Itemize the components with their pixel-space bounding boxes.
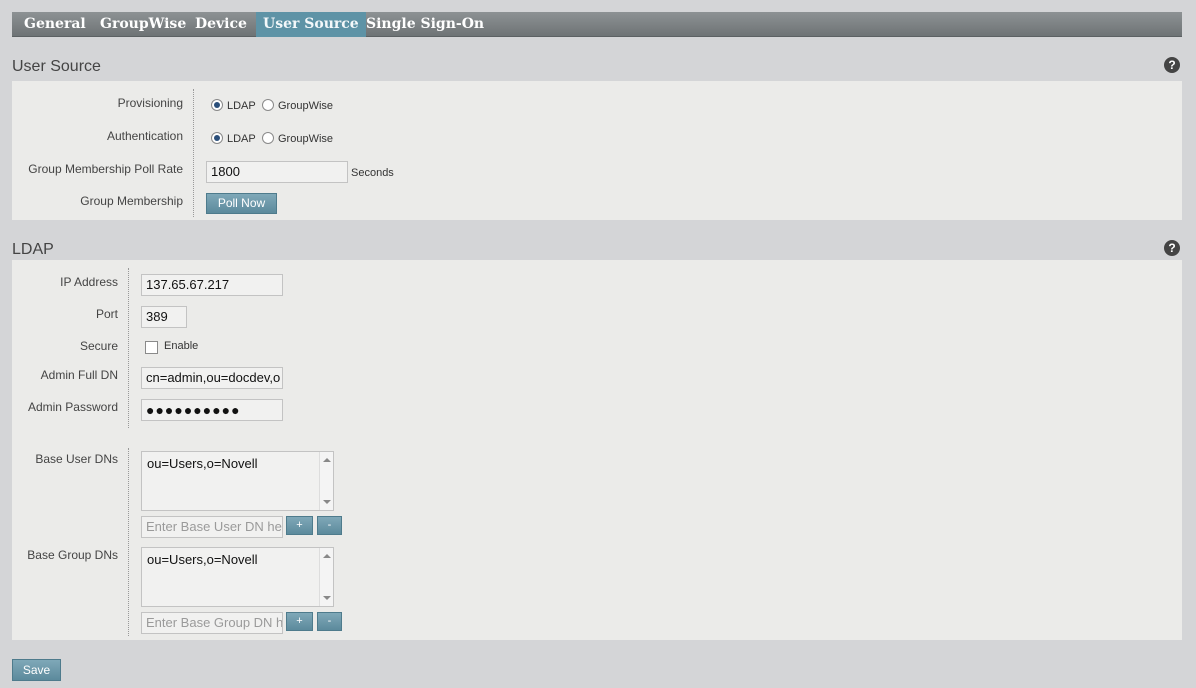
- user-source-panel: Provisioning LDAP GroupWise Authenticati…: [12, 81, 1182, 220]
- scroll-up-icon[interactable]: [323, 458, 331, 462]
- secure-enable-label: Enable: [164, 340, 199, 352]
- ip-address-input[interactable]: 137.65.67.217: [141, 274, 283, 296]
- base-user-dns-label: Base User DNs: [35, 452, 118, 466]
- tab-groupwise[interactable]: GroupWise: [93, 12, 193, 37]
- poll-rate-input[interactable]: 1800: [206, 161, 348, 183]
- poll-rate-unit: Seconds: [351, 167, 394, 179]
- authentication-label: Authentication: [106, 129, 183, 143]
- authentication-groupwise-label: GroupWise: [278, 133, 334, 145]
- provisioning-ldap-radio[interactable]: [211, 99, 223, 111]
- poll-rate-label: Group Membership Poll Rate: [28, 162, 183, 176]
- help-icon[interactable]: ?: [1164, 57, 1180, 73]
- ldap-panel: IP Address 137.65.67.217 Port 389 Secure…: [12, 260, 1182, 640]
- port-label: Port: [95, 307, 118, 321]
- provisioning-groupwise-label: GroupWise: [278, 100, 334, 112]
- label-divider: [193, 89, 194, 217]
- admin-dn-label: Admin Full DN: [40, 368, 118, 382]
- poll-now-button[interactable]: Poll Now: [206, 193, 277, 214]
- authentication-groupwise-radio[interactable]: [262, 132, 274, 144]
- save-button[interactable]: Save: [12, 659, 61, 681]
- scrollbar[interactable]: [319, 548, 333, 606]
- help-icon[interactable]: ?: [1164, 240, 1180, 256]
- base-group-dns-list[interactable]: ou=Users,o=Novell: [141, 547, 334, 607]
- admin-password-input[interactable]: ●●●●●●●●●●: [141, 399, 283, 421]
- tab-user-source[interactable]: User Source: [256, 12, 366, 37]
- port-input[interactable]: 389: [141, 306, 187, 328]
- base-user-dn-input[interactable]: Enter Base User DN here: [141, 516, 283, 538]
- remove-base-user-dn-button[interactable]: -: [317, 516, 342, 535]
- tab-general[interactable]: General: [17, 12, 93, 37]
- provisioning-label: Provisioning: [117, 96, 183, 110]
- tab-bar: General GroupWise Device User Source Sin…: [12, 12, 1182, 37]
- ip-address-label: IP Address: [60, 275, 118, 289]
- provisioning-ldap-label: LDAP: [227, 100, 256, 112]
- scrollbar[interactable]: [319, 452, 333, 510]
- scroll-down-icon[interactable]: [323, 596, 331, 600]
- base-group-dns-label: Base Group DNs: [27, 548, 118, 562]
- remove-base-group-dn-button[interactable]: -: [317, 612, 342, 631]
- tab-single-sign-on[interactable]: Single Sign-On: [359, 12, 491, 37]
- scroll-down-icon[interactable]: [323, 500, 331, 504]
- ldap-title: LDAP: [12, 241, 54, 258]
- label-divider: [128, 268, 129, 428]
- add-base-user-dn-button[interactable]: +: [286, 516, 313, 535]
- base-user-dns-list[interactable]: ou=Users,o=Novell: [141, 451, 334, 511]
- authentication-ldap-radio[interactable]: [211, 132, 223, 144]
- add-base-group-dn-button[interactable]: +: [286, 612, 313, 631]
- admin-dn-input[interactable]: cn=admin,ou=docdev,o: [141, 367, 283, 389]
- tab-device[interactable]: Device: [188, 12, 254, 37]
- provisioning-groupwise-radio[interactable]: [262, 99, 274, 111]
- group-membership-label: Group Membership: [80, 194, 183, 208]
- admin-password-label: Admin Password: [27, 400, 118, 414]
- base-group-dn-input[interactable]: Enter Base Group DN here: [141, 612, 283, 634]
- secure-enable-checkbox[interactable]: [145, 341, 158, 354]
- secure-label: Secure: [79, 339, 118, 353]
- list-item[interactable]: ou=Users,o=Novell: [147, 456, 328, 471]
- user-source-title: User Source: [12, 58, 101, 75]
- list-item[interactable]: ou=Users,o=Novell: [147, 552, 328, 567]
- scroll-up-icon[interactable]: [323, 554, 331, 558]
- authentication-ldap-label: LDAP: [227, 133, 256, 145]
- label-divider: [128, 448, 129, 636]
